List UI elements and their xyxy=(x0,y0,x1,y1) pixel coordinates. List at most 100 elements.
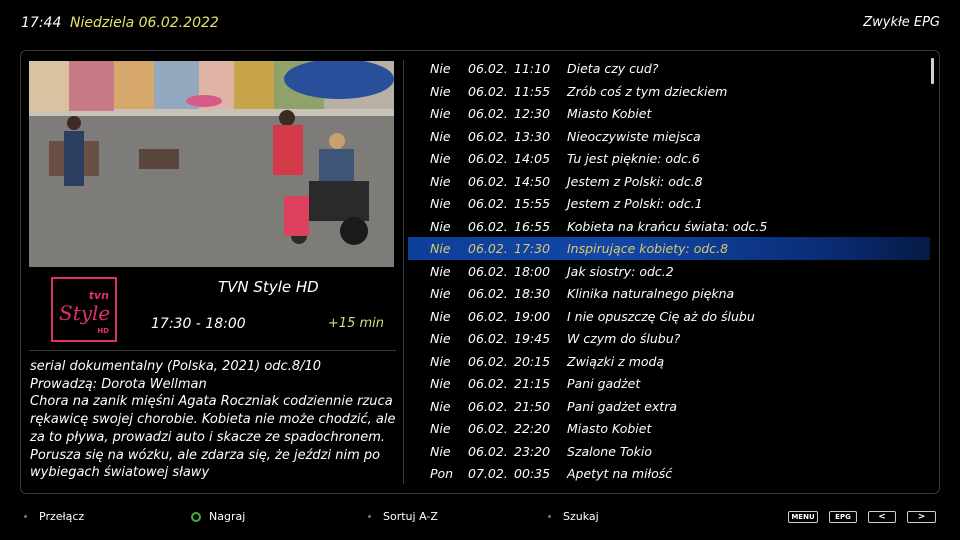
current-date: Niedziela 06.02.2022 xyxy=(70,15,219,31)
epg-day: Nie xyxy=(430,196,451,211)
epg-time: 11:55 xyxy=(514,83,551,99)
program-description: serial dokumentalny (Polska, 2021) odc.8… xyxy=(30,358,396,482)
epg-time: 21:15 xyxy=(514,376,551,391)
epg-time: 16:55 xyxy=(514,218,551,234)
epg-row[interactable]: Nie 06.02. 15:55 Jestem z Polski: odc.1 xyxy=(408,192,930,215)
epg-title: Klinika naturalnego piękna xyxy=(567,286,735,301)
epg-title: Jestem z Polski: odc.1 xyxy=(567,196,703,211)
epg-row[interactable]: Nie 06.02. 13:30 Nieoczywiste miejsca xyxy=(408,125,930,148)
epg-row[interactable]: Nie 06.02. 19:00 I nie opuszczę Cię aż do ś… xyxy=(408,305,930,328)
logo-hd: HD xyxy=(97,327,109,335)
description-body: Chora na zanik mięśni Agata Roczniak cod… xyxy=(30,394,396,481)
epg-time: 17:30 xyxy=(514,241,551,256)
sort-action[interactable]: Sortuj A-Z xyxy=(368,510,438,523)
epg-day: Pon xyxy=(430,466,454,481)
epg-time: 11:10 xyxy=(514,61,551,76)
epg-title: Pani gadżet xyxy=(567,376,641,391)
program-remaining: +15 min xyxy=(327,316,384,331)
epg-date: 06.02. xyxy=(468,196,508,211)
epg-row[interactable]: Nie 06.02. 11:10 Dieta czy cud? xyxy=(408,57,930,80)
menu-key-button[interactable]: MENU xyxy=(788,511,818,523)
epg-date: 06.02. xyxy=(468,241,508,256)
epg-row[interactable]: Nie 06.02. 14:50 Jestem z Polski: odc.8 xyxy=(408,170,930,193)
epg-row-selected[interactable]: Nie 06.02. 17:30 Inspirujące kobiety: odc.8 xyxy=(408,237,930,260)
epg-date: 07.02. xyxy=(468,466,508,481)
epg-date: 06.02. xyxy=(468,151,508,166)
switch-action[interactable]: Przełącz xyxy=(24,510,84,523)
epg-row[interactable]: Nie 06.02. 18:00 Jak siostry: odc.2 xyxy=(408,260,930,283)
epg-day: Nie xyxy=(430,106,451,121)
epg-row[interactable]: Nie 06.02. 12:30 Miasto Kobiet xyxy=(408,102,930,125)
logo-main: Style xyxy=(59,301,111,325)
epg-day: Nie xyxy=(430,331,451,346)
epg-time: 15:55 xyxy=(514,196,551,211)
epg-day: Nie xyxy=(430,128,451,144)
program-time-range: 17:30 - 18:00 xyxy=(151,316,246,332)
epg-title: Inspirujące kobiety: odc.8 xyxy=(567,241,729,256)
epg-mode-label: Zwykłe EPG xyxy=(863,15,940,30)
epg-time: 20:15 xyxy=(514,353,551,369)
description-host: Prowadzą: Dorota Wellman xyxy=(30,376,207,392)
epg-key-button[interactable]: EPG xyxy=(829,511,857,523)
epg-title: Nieoczywiste miejsca xyxy=(567,128,701,144)
prev-key-button[interactable]: < xyxy=(868,511,896,523)
epg-row[interactable]: Nie 06.02. 18:30 Klinika naturalnego piękna xyxy=(408,282,930,305)
epg-title: Apetyt na miłość xyxy=(567,466,673,481)
epg-title: Szalone Tokio xyxy=(567,443,652,459)
epg-date: 06.02. xyxy=(468,106,508,121)
epg-title: Jak siostry: odc.2 xyxy=(567,263,674,279)
sort-label: Sortuj A-Z xyxy=(383,510,438,523)
epg-date: 06.02. xyxy=(468,353,508,369)
epg-date: 06.02. xyxy=(468,263,508,279)
epg-title: Tu jest pięknie: odc.6 xyxy=(567,151,700,166)
panel-divider xyxy=(403,60,404,484)
epg-date: 06.02. xyxy=(468,128,508,144)
epg-row[interactable]: Pon 07.02. 00:35 Apetyt na miłość xyxy=(408,462,930,485)
epg-day: Nie xyxy=(430,218,451,234)
video-preview xyxy=(29,61,394,267)
epg-time: 22:20 xyxy=(514,421,551,436)
epg-title: Kobieta na krańcu świata: odc.5 xyxy=(567,218,768,234)
epg-row[interactable]: Nie 06.02. 11:55 Zrób coś z tym dzieckiem xyxy=(408,80,930,103)
epg-day: Nie xyxy=(430,353,451,369)
epg-title: Miasto Kobiet xyxy=(567,421,652,436)
dot-icon xyxy=(548,515,551,518)
epg-row[interactable]: Nie 06.02. 19:45 W czym do ślubu? xyxy=(408,327,930,350)
epg-time: 14:05 xyxy=(514,151,551,166)
record-action[interactable]: Nagraj xyxy=(191,510,245,523)
epg-time: 19:00 xyxy=(514,308,551,324)
epg-row[interactable]: Nie 06.02. 22:20 Miasto Kobiet xyxy=(408,417,930,440)
epg-day: Nie xyxy=(430,83,451,99)
epg-row[interactable]: Nie 06.02. 20:15 Związki z modą xyxy=(408,350,930,373)
epg-row[interactable]: Nie 06.02. 21:50 Pani gadżet extra xyxy=(408,395,930,418)
epg-row[interactable]: Nie 06.02. 14:05 Tu jest pięknie: odc.6 xyxy=(408,147,930,170)
info-separator xyxy=(29,350,396,351)
epg-date: 06.02. xyxy=(468,308,508,324)
epg-title: W czym do ślubu? xyxy=(567,331,681,346)
epg-row[interactable]: Nie 06.02. 21:15 Pani gadżet xyxy=(408,372,930,395)
epg-time: 21:50 xyxy=(514,398,551,414)
epg-date: 06.02. xyxy=(468,173,508,189)
epg-title: I nie opuszczę Cię aż do ślubu xyxy=(567,308,755,324)
search-action[interactable]: Szukaj xyxy=(548,510,599,523)
epg-date: 06.02. xyxy=(468,61,508,76)
epg-row[interactable]: Nie 06.02. 23:20 Szalone Tokio xyxy=(408,440,930,463)
next-key-button[interactable]: > xyxy=(907,511,936,523)
epg-list[interactable]: Nie 06.02. 11:10 Dieta czy cud? Nie 06.02. 11:… xyxy=(408,57,930,485)
epg-date: 06.02. xyxy=(468,83,508,99)
channel-name: TVN Style HD xyxy=(218,278,319,296)
epg-day: Nie xyxy=(430,286,451,301)
epg-title: Pani gadżet extra xyxy=(567,398,678,414)
search-label: Szukaj xyxy=(563,510,599,523)
epg-time: 14:50 xyxy=(514,173,551,189)
description-genre: serial dokumentalny (Polska, 2021) odc.8… xyxy=(30,359,322,374)
epg-day: Nie xyxy=(430,421,451,436)
epg-time: 00:35 xyxy=(514,466,551,481)
epg-title: Związki z modą xyxy=(567,353,665,369)
epg-day: Nie xyxy=(430,173,451,189)
epg-title: Zrób coś z tym dzieckiem xyxy=(567,83,728,99)
epg-row[interactable]: Nie 06.02. 16:55 Kobieta na krańcu świata: … xyxy=(408,215,930,238)
epg-scrollbar[interactable] xyxy=(931,58,934,84)
switch-label: Przełącz xyxy=(39,510,85,523)
epg-time: 19:45 xyxy=(514,331,551,346)
